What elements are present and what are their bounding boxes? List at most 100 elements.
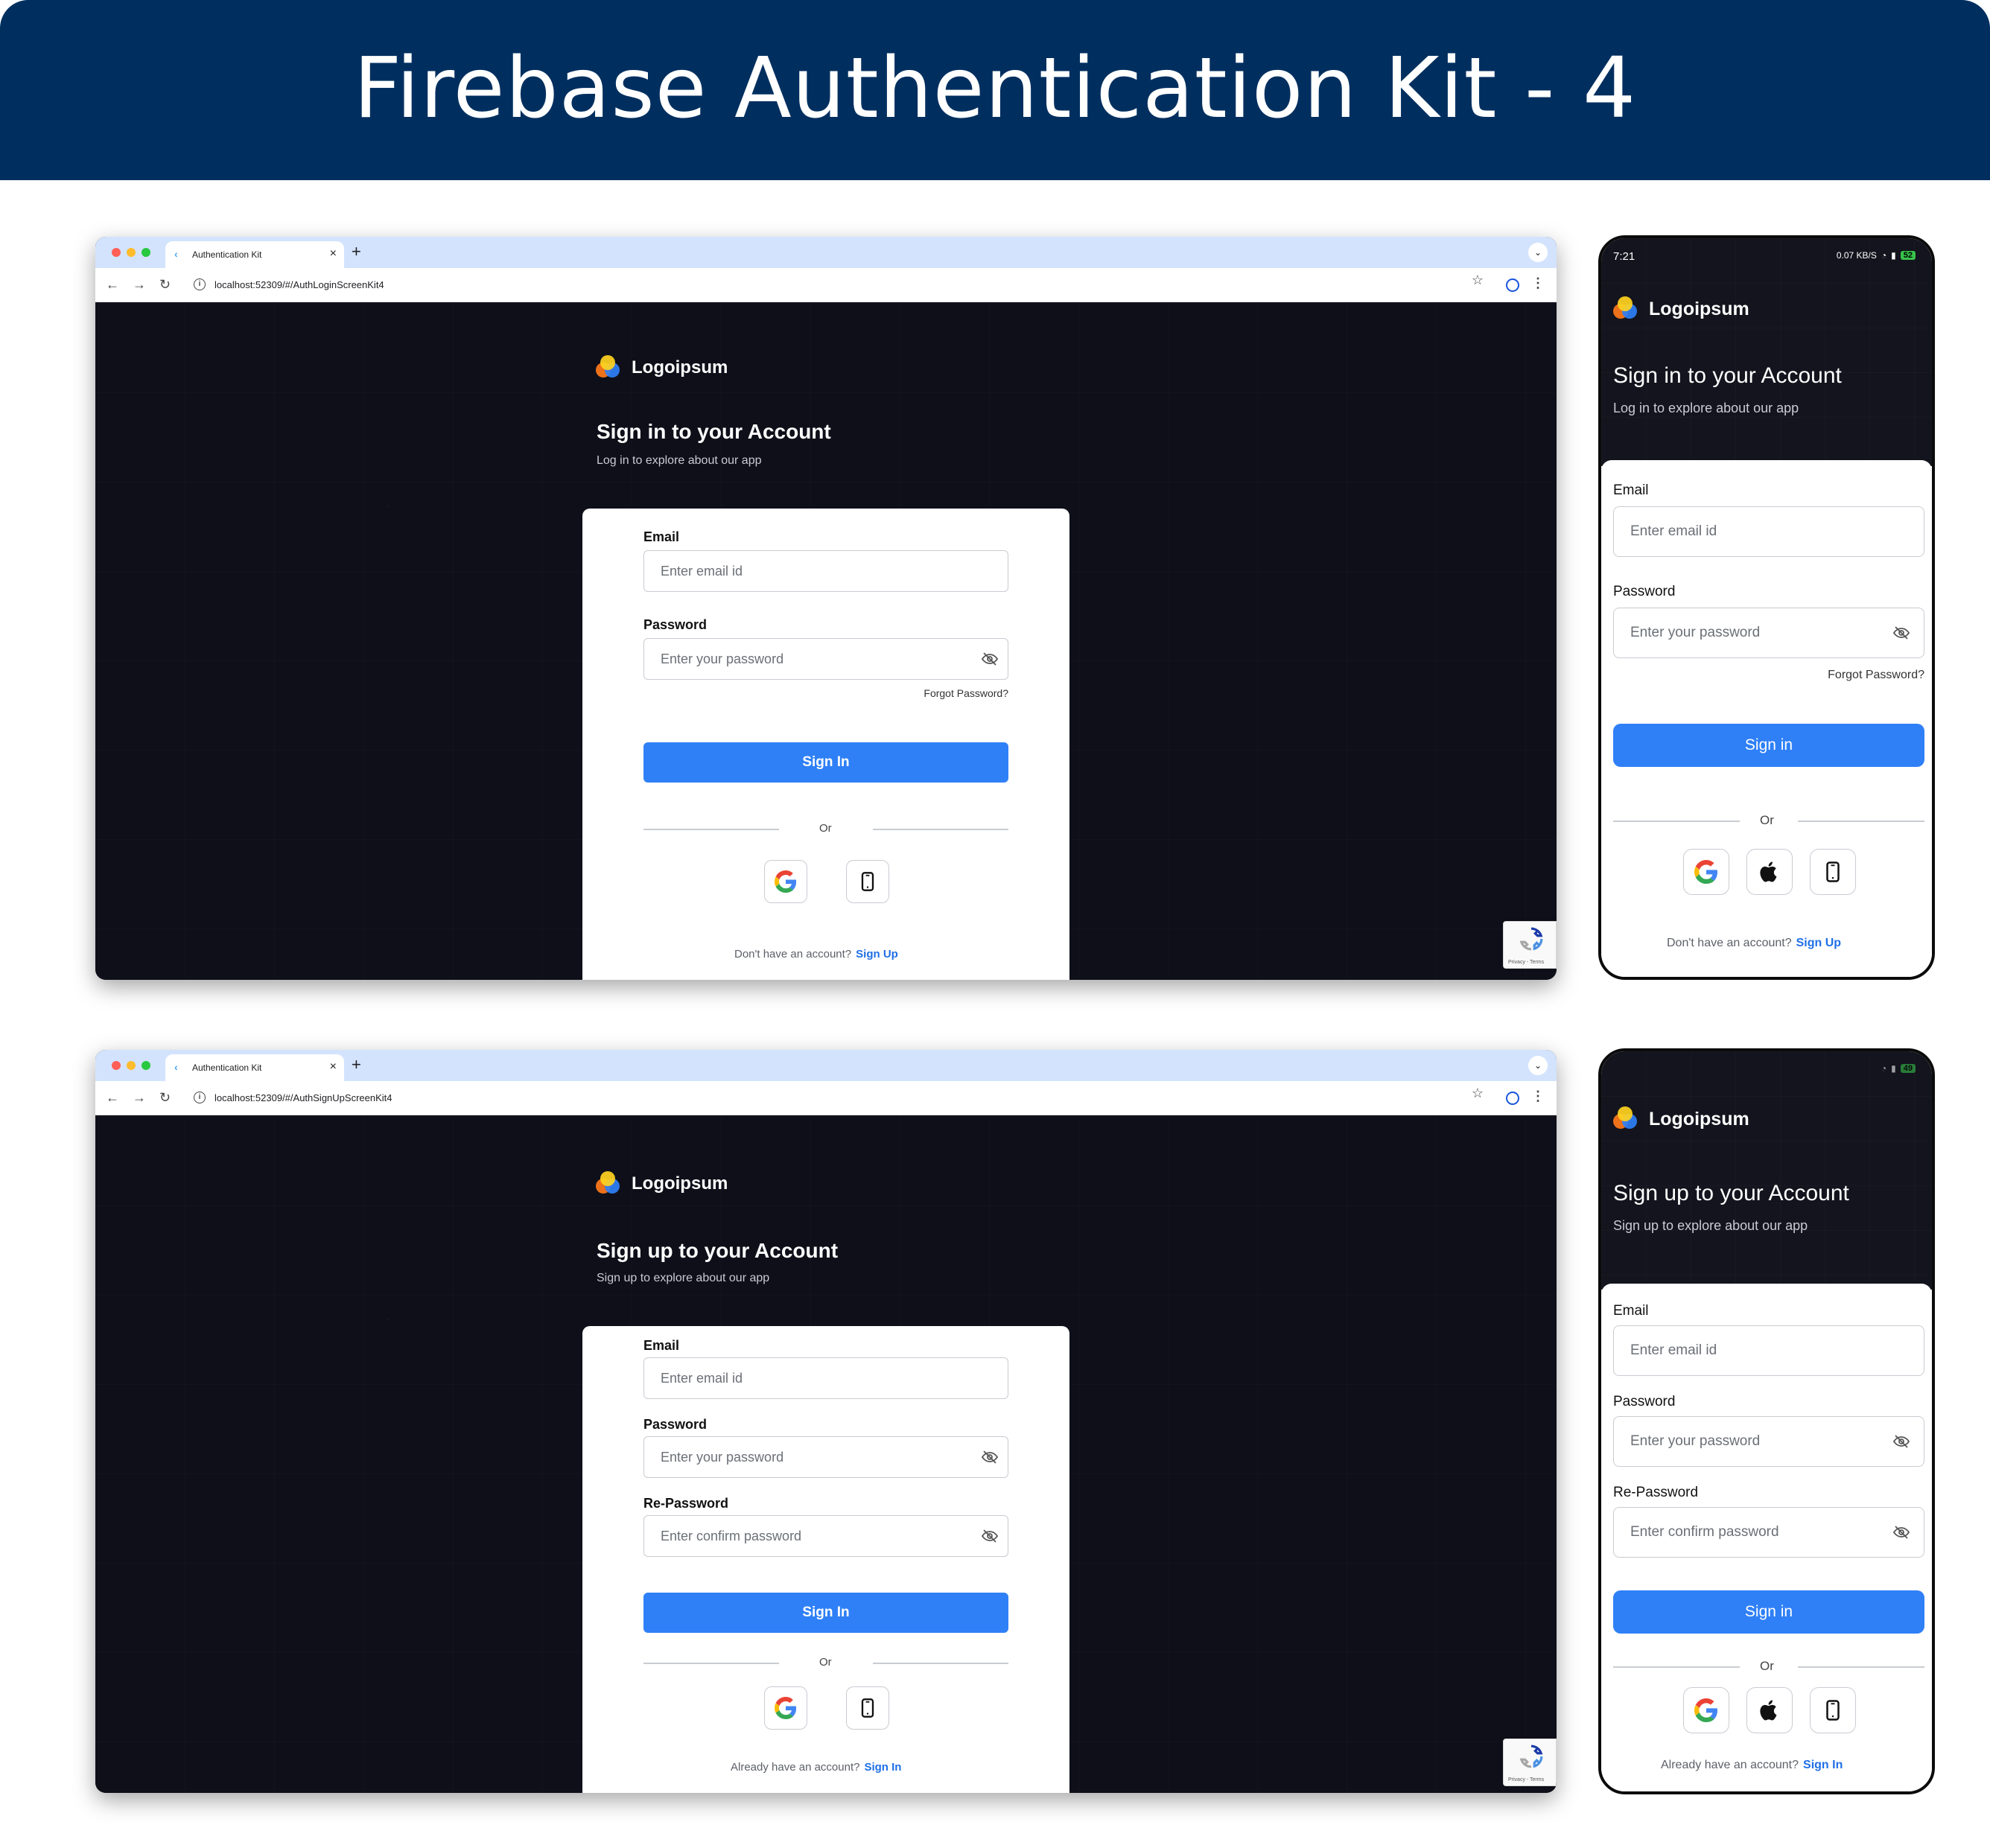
sign-in-link[interactable]: Sign In xyxy=(1803,1759,1843,1771)
logo-icon xyxy=(1613,296,1638,322)
sign-in-button[interactable]: Sign In xyxy=(643,742,1008,783)
battery-level: 49 xyxy=(1900,1064,1916,1073)
browser-tab[interactable]: ‹ Authentication Kit × xyxy=(165,241,344,268)
forward-button[interactable]: → xyxy=(133,277,146,293)
site-info-icon[interactable]: i xyxy=(194,1092,206,1103)
google-icon xyxy=(1694,1698,1718,1722)
forward-button[interactable]: → xyxy=(133,1090,146,1106)
signup-prompt: Don't have an account? Sign Up xyxy=(1667,937,1841,950)
browser-toolbar: ← → ↻ i localhost:52309/#/AuthSignUpScre… xyxy=(95,1081,1557,1115)
or-divider-text: Or xyxy=(1760,813,1774,827)
tab-search-button[interactable]: ⌄ xyxy=(1528,243,1548,262)
new-tab-button[interactable]: + xyxy=(352,1055,361,1074)
eye-off-icon[interactable] xyxy=(1892,1523,1910,1541)
profile-icon[interactable] xyxy=(1506,1092,1519,1105)
logo-text: Logoipsum xyxy=(1649,298,1749,319)
eye-off-icon[interactable] xyxy=(981,1527,999,1545)
url-text[interactable]: localhost:52309/#/AuthSignUpScreenKit4 xyxy=(214,1092,392,1103)
divider-left xyxy=(643,1663,779,1664)
or-divider-text: Or xyxy=(819,822,832,835)
logo-icon xyxy=(1613,1106,1638,1132)
tab-close-icon[interactable]: × xyxy=(330,1060,337,1074)
email-field[interactable]: Enter email id xyxy=(1613,506,1924,557)
new-tab-button[interactable]: + xyxy=(352,242,361,261)
bookmark-star-icon[interactable]: ☆ xyxy=(1472,273,1484,288)
phone-signup: ◔ ▮ 49 Logoipsum Sign up to your Account… xyxy=(1598,1048,1935,1794)
sign-in-button[interactable]: Sign in xyxy=(1613,1590,1924,1634)
profile-icon[interactable] xyxy=(1506,278,1519,292)
maximize-window-button[interactable] xyxy=(142,248,150,257)
minimize-window-button[interactable] xyxy=(127,248,136,257)
eye-off-icon[interactable] xyxy=(981,1448,999,1466)
phone-sign-in-button[interactable] xyxy=(1810,849,1856,895)
phone-sign-in-button[interactable] xyxy=(846,1686,889,1730)
wifi-icon: ◔ xyxy=(1881,250,1887,261)
recaptcha-icon xyxy=(1519,926,1544,952)
google-sign-in-button[interactable] xyxy=(764,1686,807,1730)
signup-card: Email Enter email id Password Enter your… xyxy=(1601,1284,1932,1791)
eye-off-icon[interactable] xyxy=(1892,1433,1910,1450)
divider-right xyxy=(873,1663,1008,1664)
tab-search-button[interactable]: ⌄ xyxy=(1528,1056,1548,1075)
forgot-password-link[interactable]: Forgot Password? xyxy=(924,687,1008,699)
url-text[interactable]: localhost:52309/#/AuthLoginScreenKit4 xyxy=(214,279,384,290)
sign-in-button[interactable]: Sign In xyxy=(643,1593,1008,1633)
recaptcha-terms[interactable]: Privacy - Terms xyxy=(1508,1777,1544,1782)
repassword-placeholder: Enter confirm password xyxy=(661,1529,802,1543)
repassword-field[interactable]: Enter confirm password xyxy=(643,1515,1008,1557)
recaptcha-terms[interactable]: Privacy - Terms xyxy=(1508,960,1544,965)
sign-up-link[interactable]: Sign Up xyxy=(1796,937,1841,949)
address-bar[interactable]: i localhost:52309/#/AuthLoginScreenKit4 xyxy=(185,273,1548,298)
email-field[interactable]: Enter email id xyxy=(643,1357,1008,1399)
google-sign-in-button[interactable] xyxy=(1683,1687,1729,1733)
maximize-window-button[interactable] xyxy=(142,1061,150,1070)
password-field[interactable]: Enter your password xyxy=(643,638,1008,680)
password-field[interactable]: Enter your password xyxy=(1613,608,1924,658)
browser-menu-icon[interactable]: ⋮ xyxy=(1531,1089,1545,1104)
sign-up-link[interactable]: Sign Up xyxy=(856,948,898,960)
divider-left xyxy=(643,829,779,830)
google-sign-in-button[interactable] xyxy=(1683,849,1729,895)
apple-icon xyxy=(1758,1698,1781,1722)
minimize-window-button[interactable] xyxy=(127,1061,136,1070)
status-icons: 0.07 KB/S ◔ ▮ 52 xyxy=(1837,250,1916,261)
apple-sign-in-button[interactable] xyxy=(1746,849,1793,895)
phone-sign-in-button[interactable] xyxy=(1810,1687,1856,1733)
browser-menu-icon[interactable]: ⋮ xyxy=(1531,275,1545,291)
eye-off-icon[interactable] xyxy=(981,650,999,668)
close-window-button[interactable] xyxy=(112,1061,121,1070)
address-bar[interactable]: i localhost:52309/#/AuthSignUpScreenKit4 xyxy=(185,1086,1548,1111)
close-window-button[interactable] xyxy=(112,248,121,257)
sign-in-link[interactable]: Sign In xyxy=(864,1761,901,1774)
google-sign-in-button[interactable] xyxy=(764,860,807,903)
email-field[interactable]: Enter email id xyxy=(1613,1325,1924,1376)
password-label: Password xyxy=(1613,1394,1676,1409)
eye-off-icon[interactable] xyxy=(1892,624,1910,642)
repassword-placeholder: Enter confirm password xyxy=(1630,1524,1779,1540)
apple-sign-in-button[interactable] xyxy=(1746,1687,1793,1733)
phone-sign-in-button[interactable] xyxy=(846,860,889,903)
repassword-field[interactable]: Enter confirm password xyxy=(1613,1507,1924,1558)
page-viewport: Logoipsum Sign in to your Account Log in… xyxy=(95,303,1557,980)
divider-left xyxy=(1613,1666,1740,1668)
bookmark-star-icon[interactable]: ☆ xyxy=(1472,1086,1484,1101)
browser-tab[interactable]: ‹ Authentication Kit × xyxy=(165,1054,344,1081)
repassword-label: Re-Password xyxy=(643,1496,729,1511)
recaptcha-badge[interactable]: Privacy - Terms xyxy=(1503,921,1557,969)
back-button[interactable]: ← xyxy=(106,1090,119,1106)
password-label: Password xyxy=(643,1417,708,1432)
email-field[interactable]: Enter email id xyxy=(643,550,1008,592)
browser-window-signup: ‹ Authentication Kit × + ⌄ ← → ↻ i local… xyxy=(95,1050,1557,1793)
password-field[interactable]: Enter your password xyxy=(1613,1416,1924,1467)
site-info-icon[interactable]: i xyxy=(194,278,206,290)
reload-button[interactable]: ↻ xyxy=(159,1090,171,1106)
reload-button[interactable]: ↻ xyxy=(159,277,171,293)
tab-close-icon[interactable]: × xyxy=(330,247,337,261)
forgot-password-link[interactable]: Forgot Password? xyxy=(1828,669,1924,682)
recaptcha-badge[interactable]: Privacy - Terms xyxy=(1503,1739,1557,1786)
signup-prompt: Don't have an account? Sign Up xyxy=(734,948,898,960)
back-button[interactable]: ← xyxy=(106,277,119,293)
sign-in-button[interactable]: Sign in xyxy=(1613,724,1924,767)
password-field[interactable]: Enter your password xyxy=(643,1436,1008,1478)
flutter-icon: ‹ xyxy=(174,1061,178,1073)
